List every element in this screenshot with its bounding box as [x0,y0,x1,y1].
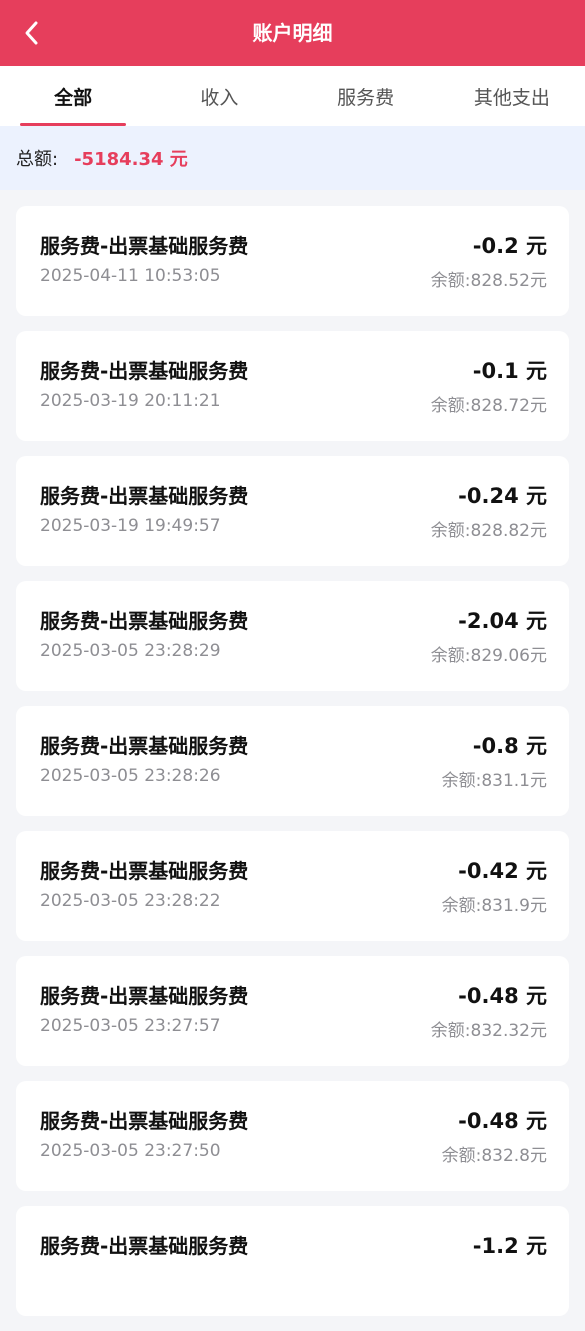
tab-label: 服务费 [337,87,395,109]
record-title: 服务费-出票基础服务费 [40,734,249,758]
record-card[interactable]: 服务费-出票基础服务费 2025-03-05 23:28:29 -2.04 元 … [16,581,569,691]
record-title: 服务费-出票基础服务费 [40,859,249,883]
total-label: 总额: [16,149,59,170]
record-time: 2025-03-05 23:28:29 [40,641,221,661]
app-header: 账户明细 [0,0,585,66]
record-time: 2025-03-05 23:27:57 [40,1016,221,1036]
record-time: 2025-03-19 20:11:21 [40,391,221,411]
record-list: 服务费-出票基础服务费 2025-04-11 10:53:05 -0.2 元 余… [16,206,569,1331]
record-balance: 余额:829.06元 [430,646,547,666]
record-card[interactable]: 服务费-出票基础服务费 2025-03-19 19:49:57 -0.24 元 … [16,456,569,566]
record-amount: -0.48 元 [458,1109,547,1133]
record-amount: -1.2 元 [472,1234,547,1258]
tab-other-expense[interactable]: 其他支出 [439,66,585,126]
record-balance: 余额:828.72元 [430,396,547,416]
record-amount: -0.1 元 [472,359,547,383]
record-title: 服务费-出票基础服务费 [40,1109,249,1133]
page-title: 账户明细 [252,21,333,45]
record-title: 服务费-出票基础服务费 [40,234,249,258]
record-card[interactable]: 服务费-出票基础服务费 2025-03-05 23:27:57 -0.48 元 … [16,956,569,1066]
tab-service-fee[interactable]: 服务费 [293,66,439,126]
record-card[interactable]: 服务费-出票基础服务费 -1.2 元 [16,1206,569,1316]
record-balance: 余额:831.9元 [441,896,547,916]
total-value: -5184.34 元 [74,149,188,170]
record-amount: -0.48 元 [458,984,547,1008]
record-time: 2025-03-05 23:27:50 [40,1141,221,1161]
record-title: 服务费-出票基础服务费 [40,359,249,383]
record-amount: -0.2 元 [472,234,547,258]
record-amount: -0.8 元 [472,734,547,758]
tab-label: 其他支出 [473,87,550,109]
record-time: 2025-03-05 23:28:22 [40,891,221,911]
record-time: 2025-03-19 19:49:57 [40,516,221,536]
record-title: 服务费-出票基础服务费 [40,984,249,1008]
record-title: 服务费-出票基础服务费 [40,1234,249,1258]
record-amount: -0.24 元 [458,484,547,508]
record-title: 服务费-出票基础服务费 [40,484,249,508]
record-balance: 余额:828.82元 [430,521,547,541]
record-card[interactable]: 服务费-出票基础服务费 2025-03-19 20:11:21 -0.1 元 余… [16,331,569,441]
tab-all[interactable]: 全部 [0,66,146,126]
record-balance: 余额:832.32元 [430,1021,547,1041]
total-summary: 总额: -5184.34 元 [0,126,585,190]
tab-bar: 全部 收入 服务费 其他支出 [0,66,585,126]
record-card[interactable]: 服务费-出票基础服务费 2025-03-05 23:27:50 -0.48 元 … [16,1081,569,1191]
record-time: 2025-04-11 10:53:05 [40,266,221,286]
record-balance: 余额:831.1元 [441,771,547,791]
record-card[interactable]: 服务费-出票基础服务费 2025-04-11 10:53:05 -0.2 元 余… [16,206,569,316]
tab-income[interactable]: 收入 [146,66,292,126]
record-time: 2025-03-05 23:28:26 [40,766,221,786]
record-amount: -2.04 元 [458,609,547,633]
record-balance: 余额:828.52元 [430,271,547,291]
tab-label: 收入 [200,87,239,109]
record-balance: 余额:832.8元 [441,1146,547,1166]
record-card[interactable]: 服务费-出票基础服务费 2025-03-05 23:28:26 -0.8 元 余… [16,706,569,816]
record-amount: -0.42 元 [458,859,547,883]
record-card[interactable]: 服务费-出票基础服务费 2025-03-05 23:28:22 -0.42 元 … [16,831,569,941]
record-title: 服务费-出票基础服务费 [40,609,249,633]
tab-label: 全部 [54,87,93,109]
